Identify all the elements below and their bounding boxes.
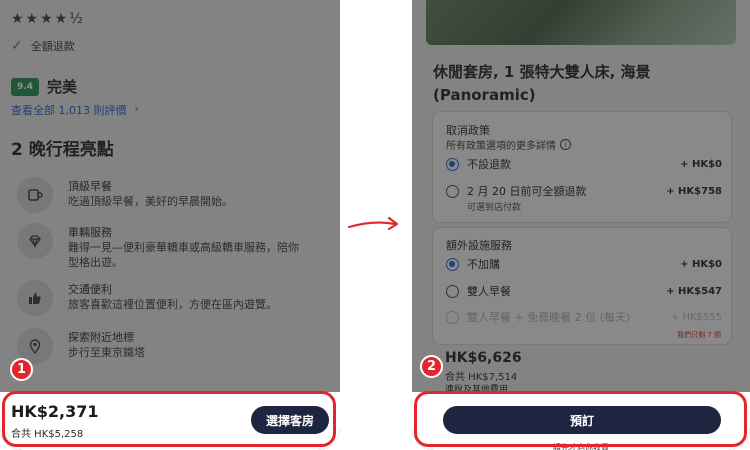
hotel-detail-screen: ★★★★½ ✓ 全額退款 9.4 完美 查看全部 1,013 則評價 › 2 晚… xyxy=(0,0,340,450)
cancel-option[interactable]: 2 月 20 日前可全額退款 + HK$758 xyxy=(446,183,722,199)
highlight-desc: 難得一見—便利豪華轎車或高級轎車服務，陪你型格出遊。 xyxy=(68,241,299,269)
option-label: 不加購 xyxy=(467,258,500,271)
highlight-desc: 旅客喜歡這裡位置便利，方便在區內遊覽。 xyxy=(68,298,277,311)
room-photo xyxy=(426,0,736,45)
step-badge: 2 xyxy=(420,355,443,378)
cancellation-policy-card: 取消政策 所有政策選項的更多詳情 i 不設退款 + HK$0 2 月 20 日前… xyxy=(432,111,732,223)
option-price: + HK$0 xyxy=(680,258,722,270)
refund-row: ✓ 全額退款 xyxy=(11,38,75,54)
option-price: + HK$547 xyxy=(666,285,722,297)
room-total: 合共 HK$7,514 xyxy=(445,372,518,383)
highlight-item: 車輛服務 難得一見—便利豪華轎車或高級轎車服務，陪你型格出遊。 xyxy=(17,223,317,270)
cancel-option[interactable]: 不設退款 + HK$0 xyxy=(446,156,722,172)
option-label: 雙人早餐 + 免費晚餐 2 位 (每天) xyxy=(467,311,631,324)
check-icon: ✓ xyxy=(11,38,23,54)
star-rating: ★★★★½ xyxy=(11,11,85,27)
room-price: HK$6,626 xyxy=(445,350,522,366)
score-badge: 9.4 xyxy=(11,77,39,96)
all-reviews-label: 查看全部 1,013 則評價 xyxy=(11,104,127,117)
highlight-item: 頂級早餐 吃過頂級早餐，美好的早晨開始。 xyxy=(17,177,317,213)
arrow-right-icon xyxy=(347,216,399,231)
highlight-desc: 吃過頂級早餐，美好的早晨開始。 xyxy=(68,195,233,208)
radio-selected[interactable] xyxy=(446,257,459,271)
refund-label: 全額退款 xyxy=(30,40,75,53)
option-price: + HK$555 xyxy=(670,311,722,323)
option-price: + HK$0 xyxy=(680,158,722,170)
option-label: 雙人早餐 xyxy=(467,285,511,298)
rating-word: 完美 xyxy=(46,78,77,96)
cup-icon xyxy=(17,177,53,213)
highlight-title: 車輛服務 xyxy=(68,226,112,239)
all-reviews-link[interactable]: 查看全部 1,013 則評價 › xyxy=(11,102,139,118)
room-options-screen: 休閒套房, 1 張特大雙人床, 海景 (Panoramic) 取消政策 所有政策… xyxy=(412,0,750,450)
radio-unselected[interactable] xyxy=(446,284,459,298)
highlights-heading: 2 晚行程亮點 xyxy=(11,140,114,160)
extras-heading: 額外設施服務 xyxy=(446,239,512,252)
option-note: 可選到店付款 xyxy=(467,203,522,213)
chevron-right-icon: › xyxy=(134,102,139,115)
highlight-item: 探索附近地標 步行至東京鐵塔 xyxy=(17,328,317,364)
extras-option[interactable]: 雙人早餐 + HK$547 xyxy=(446,283,722,299)
option-price: + HK$758 xyxy=(666,185,722,197)
highlight-frame xyxy=(414,391,747,447)
room-title: 休閒套房, 1 張特大雙人床, 海景 (Panoramic) xyxy=(433,63,651,104)
highlight-title: 探索附近地標 xyxy=(68,331,134,344)
highlight-title: 頂級早餐 xyxy=(68,180,112,193)
availability-note: 我們只剩 7 間 xyxy=(677,331,721,339)
option-label: 不設退款 xyxy=(467,158,511,171)
extras-option[interactable]: 不加購 + HK$0 xyxy=(446,256,722,272)
step-badge: 1 xyxy=(10,358,33,381)
cancel-heading: 取消政策 xyxy=(446,124,490,137)
highlight-desc: 步行至東京鐵塔 xyxy=(68,346,145,359)
stage: ★★★★½ ✓ 全額退款 9.4 完美 查看全部 1,013 則評價 › 2 晚… xyxy=(0,0,750,450)
highlight-title: 交通便利 xyxy=(68,283,112,296)
cancel-details-link[interactable]: 所有政策選項的更多詳情 i xyxy=(446,137,571,152)
radio-unselected[interactable] xyxy=(446,184,459,198)
cancel-details-label: 所有政策選項的更多詳情 xyxy=(446,141,556,152)
info-icon[interactable]: i xyxy=(560,139,571,150)
extras-option-disabled: 雙人早餐 + 免費晚餐 2 位 (每天) + HK$555 xyxy=(446,309,722,325)
option-label: 2 月 20 日前可全額退款 xyxy=(467,185,587,198)
highlight-frame xyxy=(2,391,336,447)
highlight-item: 交通便利 旅客喜歡這裡位置便利，方便在區內遊覽。 xyxy=(17,280,317,316)
extras-card: 額外設施服務 不加購 + HK$0 雙人早餐 + HK$547 雙人早餐 + 免… xyxy=(432,227,732,345)
radio-disabled xyxy=(446,310,459,324)
diamond-icon xyxy=(17,223,53,259)
thumbs-up-icon xyxy=(17,280,53,316)
radio-selected[interactable] xyxy=(446,157,459,171)
guest-rating: 9.4 完美 xyxy=(11,76,77,97)
